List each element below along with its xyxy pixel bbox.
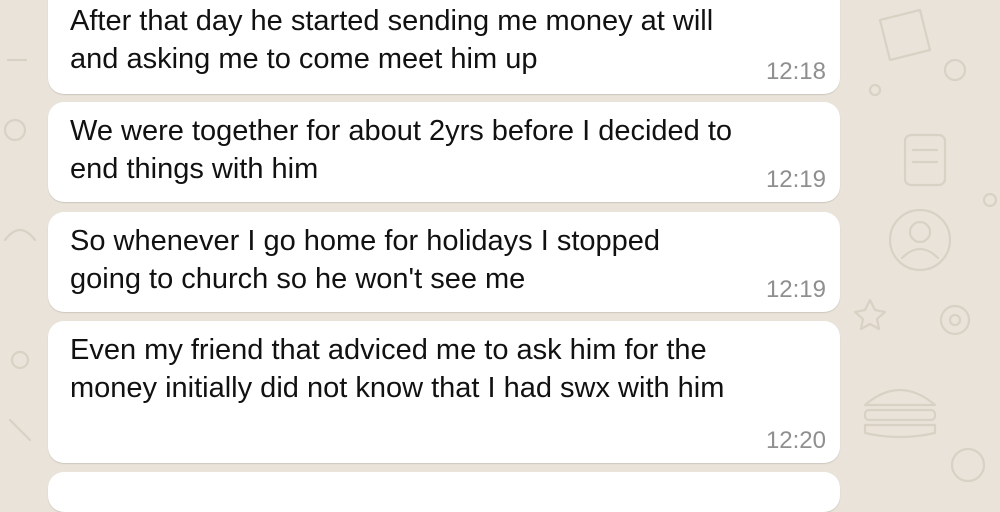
message-bubble[interactable]: We were together for about 2yrs before I… — [48, 102, 840, 202]
message-timestamp: 12:19 — [765, 276, 826, 303]
message-timestamp: 12:18 — [765, 58, 826, 85]
message-bubble[interactable]: Even my friend that adviced me to ask hi… — [48, 321, 840, 463]
message-timestamp: 12:20 — [765, 427, 826, 454]
message-text: After that day he started sending me mon… — [70, 5, 714, 75]
message-bubble-partial[interactable] — [48, 472, 840, 512]
message-list[interactable]: After that day he started sending me mon… — [0, 0, 1000, 512]
message-timestamp: 12:19 — [765, 166, 826, 193]
message-text: We were together for about 2yrs before I… — [70, 115, 733, 185]
message-text: Even my friend that adviced me to ask hi… — [70, 334, 725, 404]
message-text: So whenever I go home for holidays I sto… — [70, 225, 661, 295]
message-bubble[interactable]: So whenever I go home for holidays I sto… — [48, 212, 840, 312]
message-bubble[interactable]: After that day he started sending me mon… — [48, 0, 840, 94]
